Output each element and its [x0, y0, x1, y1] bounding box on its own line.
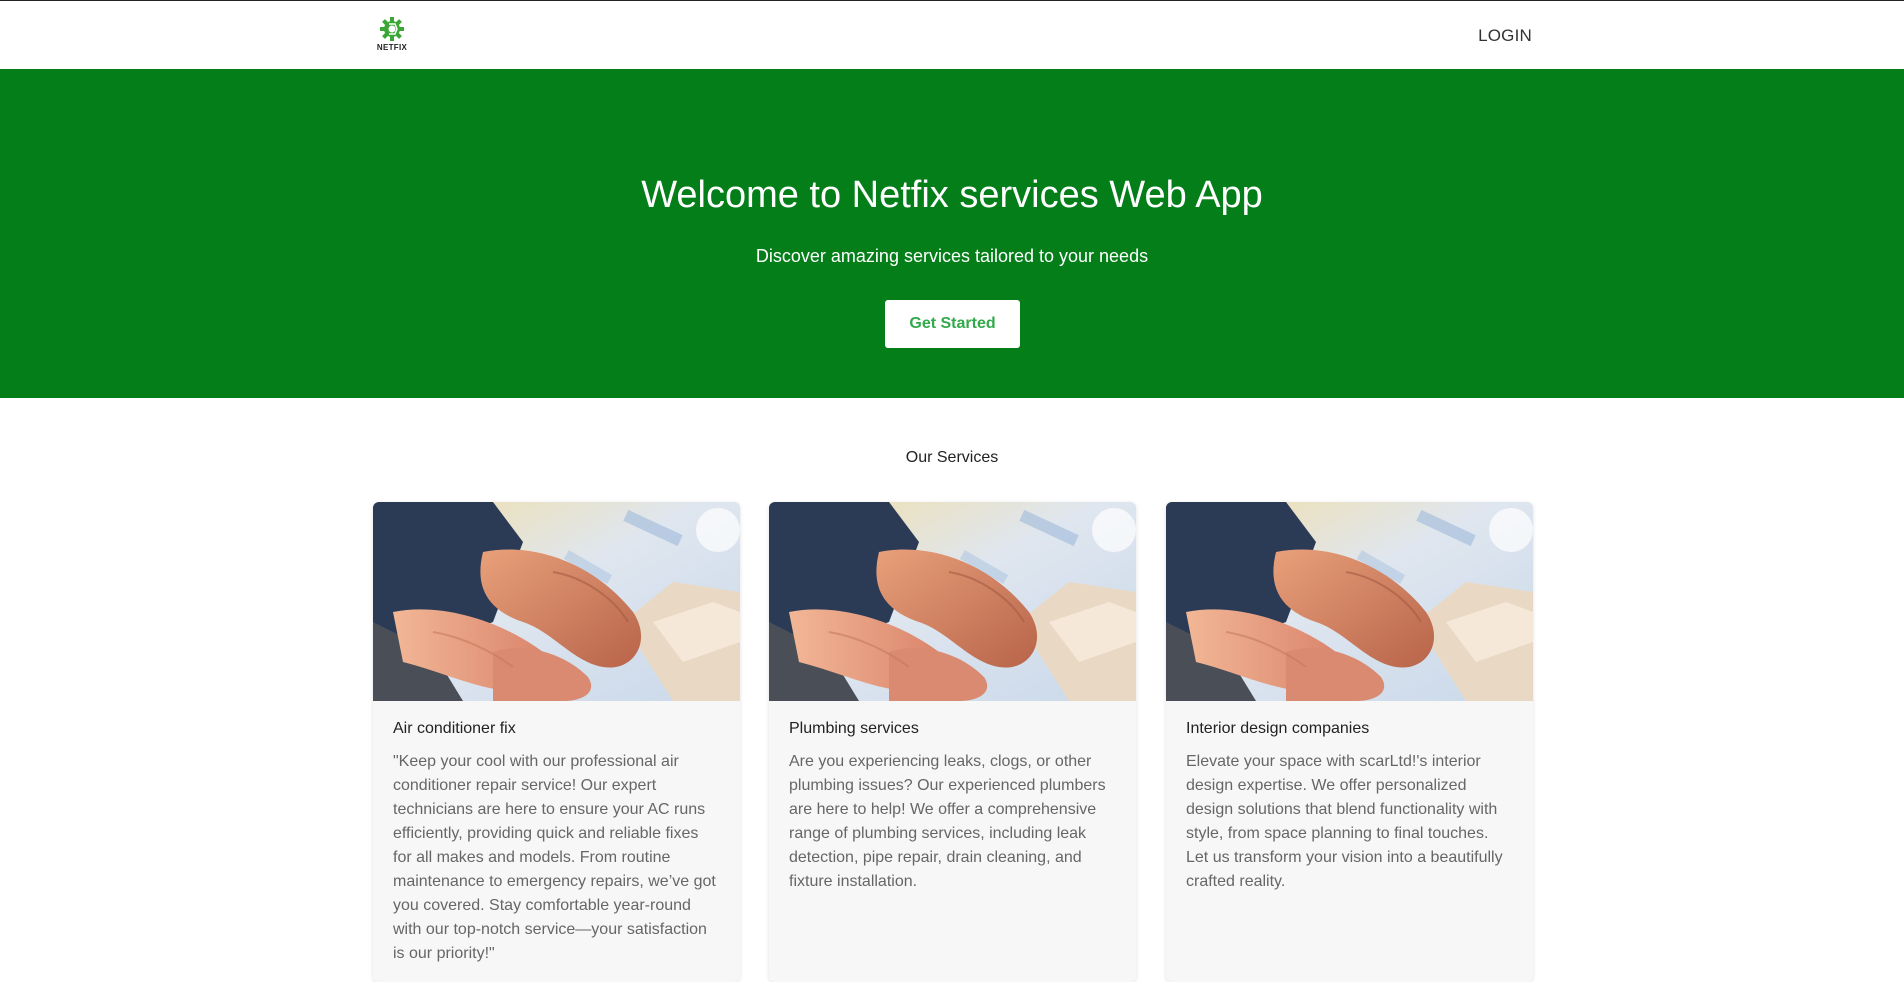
service-description: "Keep your cool with our professional ai… — [393, 753, 716, 962]
hero-title: Welcome to Netfix services Web App — [641, 174, 1263, 216]
top-navbar: NETFIX LOGIN — [0, 0, 1904, 69]
hero-subtitle: Discover amazing services tailored to yo… — [755, 246, 1149, 266]
service-title: Interior design companies — [1186, 720, 1370, 737]
service-title: Air conditioner fix — [393, 720, 516, 737]
service-description: Are you experiencing leaks, clogs, or ot… — [789, 753, 1106, 890]
service-image — [373, 502, 740, 701]
service-image — [1166, 502, 1533, 701]
hero-banner: Welcome to Netfix services Web App Disco… — [0, 69, 1904, 398]
service-description: Elevate your space with scarLtd!'s inter… — [1186, 753, 1503, 890]
get-started-button[interactable]: Get Started — [885, 300, 1020, 348]
services-section-title: Our Services — [905, 449, 999, 466]
gear-icon — [380, 17, 404, 41]
logo-text: NETFIX — [376, 43, 408, 52]
service-card[interactable]: Air conditioner fix "Keep your cool with… — [373, 502, 740, 982]
service-title: Plumbing services — [789, 720, 919, 737]
login-link[interactable]: LOGIN — [1478, 26, 1532, 46]
netfix-logo[interactable]: NETFIX — [372, 17, 412, 55]
service-card[interactable]: Interior design companies Elevate your s… — [1166, 502, 1533, 982]
service-image — [769, 502, 1136, 701]
service-card[interactable]: Plumbing services Are you experiencing l… — [769, 502, 1136, 982]
